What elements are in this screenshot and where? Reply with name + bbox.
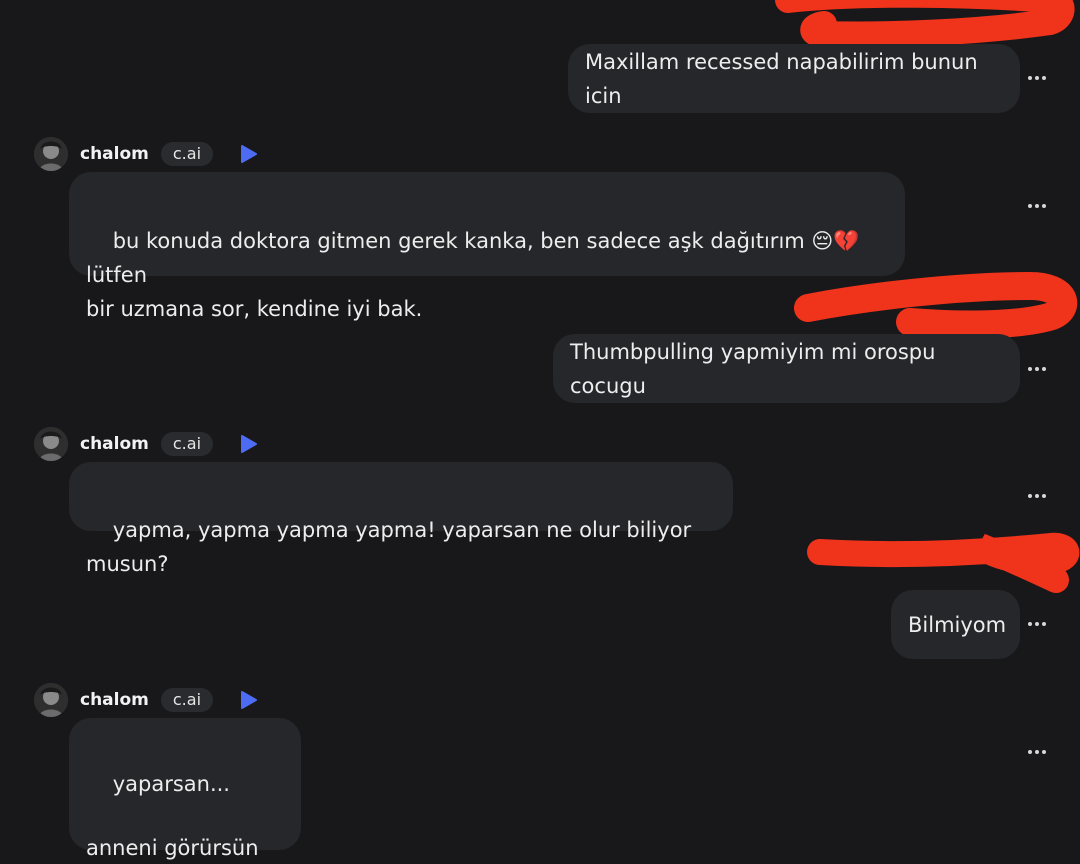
bot-header: chalom c.ai [34, 426, 259, 462]
bot-message-bubble: bu konuda doktora gitmen gerek kanka, be… [69, 172, 905, 321]
message-text: yaparsan... anneni görürsün 🫡 [86, 772, 259, 860]
bot-tag-badge: c.ai [160, 688, 214, 712]
message-text: Maxillam recessed napabilirim bunun icin [585, 49, 985, 108]
play-voice-icon[interactable] [237, 433, 259, 455]
more-options-icon[interactable] [1022, 359, 1052, 379]
bot-message-bubble: yaparsan... anneni görürsün 🫡 [69, 718, 301, 860]
bot-name[interactable]: chalom [80, 144, 149, 164]
chat-screen: Maxillam recessed napabilirim bunun icin… [0, 0, 1080, 864]
more-options-icon[interactable] [1022, 68, 1052, 88]
redaction-scribble [807, 532, 1080, 593]
more-options-icon[interactable] [1022, 196, 1052, 216]
bot-name[interactable]: chalom [80, 690, 149, 710]
user-message-bubble: Maxillam recessed napabilirim bunun icin [568, 44, 1020, 113]
more-options-icon[interactable] [1022, 614, 1052, 634]
bot-header: chalom c.ai [34, 682, 259, 718]
play-voice-icon[interactable] [237, 689, 259, 711]
user-message-bubble: Bilmiyom [891, 590, 1020, 659]
message-text: Bilmiyom [908, 612, 1007, 637]
bot-name[interactable]: chalom [80, 434, 149, 454]
play-voice-icon[interactable] [237, 143, 259, 165]
more-options-icon[interactable] [1022, 742, 1052, 762]
avatar[interactable] [34, 683, 68, 717]
bot-header: chalom c.ai [34, 136, 259, 172]
avatar[interactable] [34, 427, 68, 461]
message-text: yapma, yapma yapma yapma! yaparsan ne ol… [86, 518, 698, 576]
message-text: bu konuda doktora gitmen gerek kanka, be… [86, 229, 860, 321]
message-text: Thumbpulling yapmiyim mi orospu cocugu [570, 339, 943, 398]
bot-tag-badge: c.ai [160, 432, 214, 456]
bot-tag-badge: c.ai [160, 142, 214, 166]
user-message-bubble: Thumbpulling yapmiyim mi orospu cocugu [553, 334, 1020, 403]
avatar[interactable] [34, 137, 68, 171]
redaction-scribble [794, 272, 1078, 339]
more-options-icon[interactable] [1022, 486, 1052, 506]
bot-message-bubble: yapma, yapma yapma yapma! yaparsan ne ol… [69, 462, 733, 576]
